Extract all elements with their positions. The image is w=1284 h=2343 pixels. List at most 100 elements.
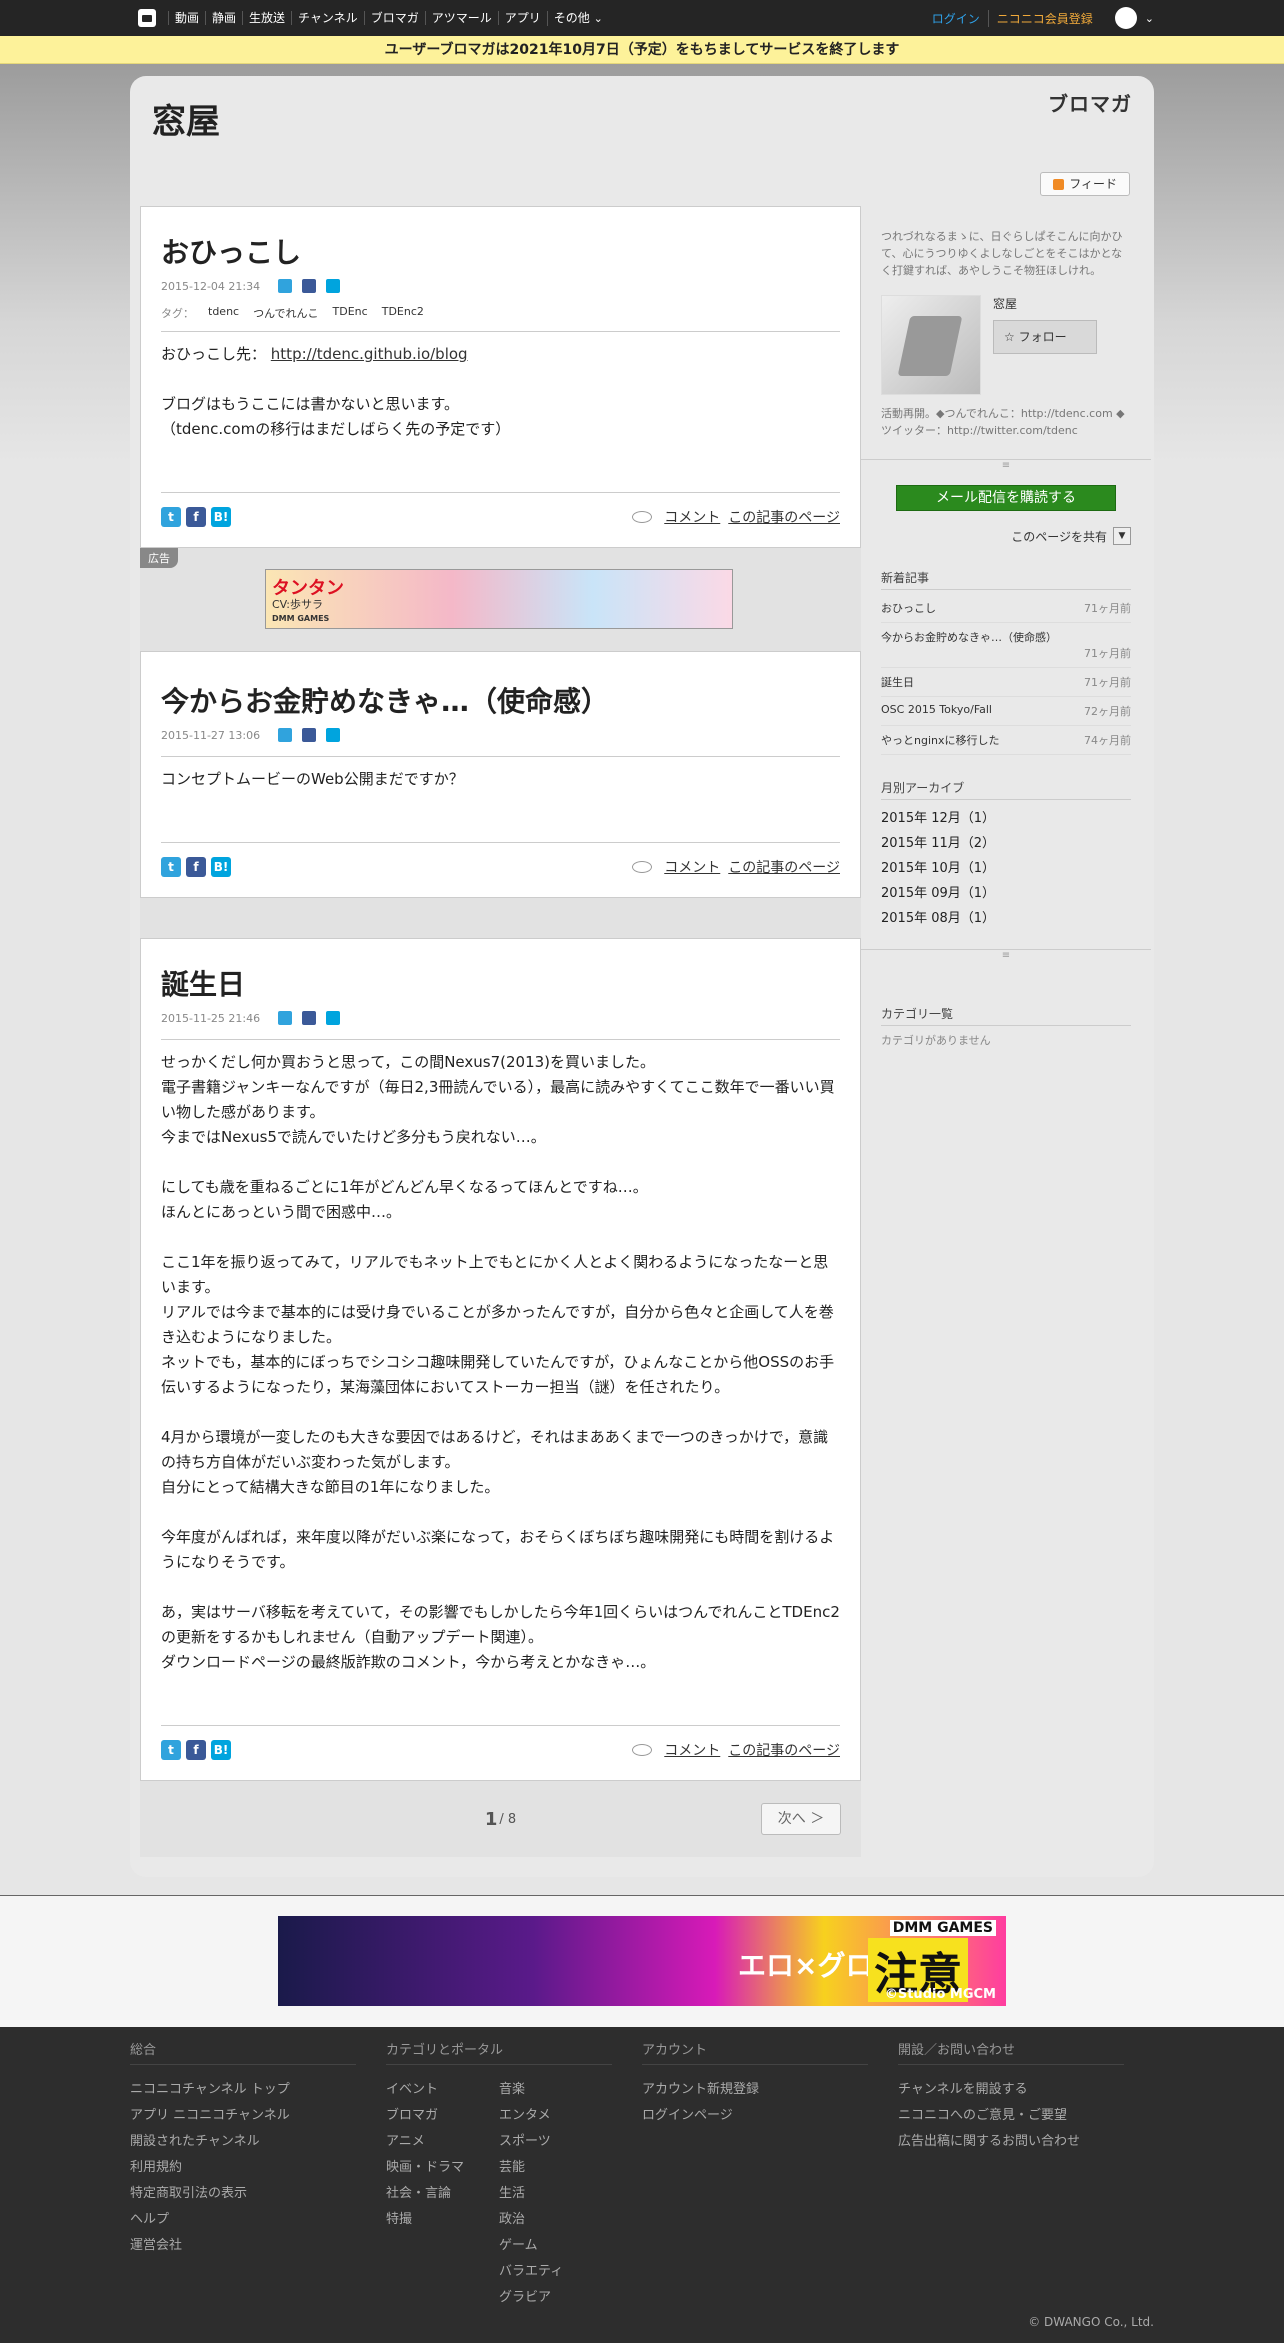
hatena-bookmark-icon[interactable]: B! <box>211 507 231 527</box>
chevron-down-icon[interactable]: ⌄ <box>1145 12 1154 25</box>
footer-link[interactable]: 利用規約 <box>130 2155 356 2181</box>
article-title[interactable]: 誕生日 <box>161 963 840 1003</box>
feed-button[interactable]: フィード <box>1040 172 1130 196</box>
facebook-icon[interactable]: f <box>186 857 206 877</box>
nav-item-seiga[interactable]: 静画 <box>205 11 242 25</box>
nav-item-app[interactable]: アプリ <box>497 11 547 25</box>
archive-item[interactable]: 2015年 08月（1） <box>881 904 1131 929</box>
recent-item[interactable]: 今からお金貯めなきゃ…（使命感） 71ヶ月前 <box>881 623 1131 668</box>
footer-link[interactable]: 映画・ドラマ <box>386 2155 499 2181</box>
footer-link[interactable]: 音楽 <box>499 2077 612 2103</box>
comment-link[interactable]: コメント <box>664 507 720 527</box>
footer-link[interactable]: 政治 <box>499 2207 612 2233</box>
facebook-icon[interactable] <box>302 279 317 293</box>
footer-link[interactable]: ニコニコへのご意見・ご要望 <box>898 2103 1124 2129</box>
profile-name[interactable]: 窓屋 <box>993 295 1097 312</box>
footer-link[interactable]: アニメ <box>386 2129 499 2155</box>
twitter-icon[interactable] <box>278 728 293 742</box>
footer-link[interactable]: バラエティ <box>499 2259 612 2285</box>
mail-subscribe-button[interactable]: メール配信を購読する <box>896 485 1116 511</box>
footer-link[interactable]: アプリ ニコニコチャンネル <box>130 2103 356 2129</box>
footer-link[interactable]: 特撮 <box>386 2207 499 2233</box>
comment-link[interactable]: コメント <box>664 1740 720 1760</box>
tag-link[interactable]: TDEnc <box>333 305 368 321</box>
facebook-icon[interactable]: f <box>186 1740 206 1760</box>
blog-link[interactable]: http://tdenc.github.io/blog <box>271 345 468 363</box>
facebook-icon[interactable]: f <box>186 507 206 527</box>
tag-link[interactable]: つんでれんこ <box>253 305 318 321</box>
hatena-bookmark-icon[interactable] <box>326 728 341 742</box>
footer-link[interactable]: 開設されたチャンネル <box>130 2129 356 2155</box>
nav-item-other[interactable]: その他 ⌄ <box>546 10 609 26</box>
footer-link[interactable]: 生活 <box>499 2181 612 2207</box>
facebook-icon[interactable] <box>302 1011 317 1025</box>
footer-link[interactable]: イベント <box>386 2077 499 2103</box>
sidebar-profile: つれづれなるまゝに、日ぐらしぱそこんに向かひて、心にうつりゆくよしなしごとをそこ… <box>861 206 1151 459</box>
nav-item-bromaga[interactable]: ブロマガ <box>363 11 425 25</box>
article-tags: タグ： tdenc つんでれんこ TDEnc TDEnc2 <box>161 305 840 321</box>
user-avatar-icon[interactable] <box>1114 7 1137 29</box>
nav-item-channel[interactable]: チャンネル <box>291 11 364 25</box>
footer-link[interactable]: ゲーム <box>499 2233 612 2259</box>
login-link[interactable]: ログイン <box>932 10 980 27</box>
recent-item[interactable]: 誕生日 71ヶ月前 <box>881 668 1131 697</box>
archive-item[interactable]: 2015年 09月（1） <box>881 879 1131 904</box>
tag-link[interactable]: TDEnc2 <box>382 305 424 321</box>
twitter-icon[interactable]: t <box>161 507 181 527</box>
bottom-ad-banner[interactable]: エロ×グロ 注意 DMM GAMES ©Studio MGCM <box>278 1916 1006 2006</box>
footer-link[interactable]: ヘルプ <box>130 2207 356 2233</box>
article-title[interactable]: おひっこし <box>161 231 840 271</box>
register-link[interactable]: ニコニコ会員登録 <box>987 9 1093 27</box>
recent-item[interactable]: やっとnginxに移行した 74ヶ月前 <box>881 726 1131 755</box>
archive-item[interactable]: 2015年 12月（1） <box>881 804 1131 829</box>
twitter-icon[interactable] <box>278 1011 293 1025</box>
collapse-handle-icon[interactable]: ≡ <box>861 459 1151 471</box>
bromaga-logo[interactable]: ブロマガ <box>1048 88 1132 117</box>
footer-link[interactable]: エンタメ <box>499 2103 612 2129</box>
facebook-icon[interactable] <box>302 728 317 742</box>
share-dropdown-icon[interactable]: ▼ <box>1113 527 1131 545</box>
footer-link[interactable]: 広告出稿に関するお問い合わせ <box>898 2129 1124 2155</box>
blog-title[interactable]: 窓屋 <box>152 94 220 143</box>
follow-button[interactable]: ☆ フォロー <box>993 320 1097 354</box>
article-page-link[interactable]: この記事のページ <box>728 857 840 877</box>
article-page-link[interactable]: この記事のページ <box>728 1740 840 1760</box>
hatena-bookmark-icon[interactable]: B! <box>211 1740 231 1760</box>
next-page-button[interactable]: 次へ ＞ <box>761 1803 841 1835</box>
footer-link[interactable]: ログインページ <box>642 2103 868 2129</box>
footer-link[interactable]: ニコニコチャンネル トップ <box>130 2077 356 2103</box>
niconico-logo-icon[interactable] <box>138 9 156 27</box>
article-page-link[interactable]: この記事のページ <box>728 507 840 527</box>
tag-link[interactable]: tdenc <box>208 305 239 321</box>
footer-link[interactable]: 特定商取引法の表示 <box>130 2181 356 2207</box>
archive-item[interactable]: 2015年 10月（1） <box>881 854 1131 879</box>
collapse-handle-icon[interactable]: ≡ <box>861 949 1151 961</box>
comment-icon <box>632 511 653 523</box>
footer-link[interactable]: ブロマガ <box>386 2103 499 2129</box>
nav-item-atsumaru[interactable]: アツマール <box>424 11 498 25</box>
comment-link[interactable]: コメント <box>664 857 720 877</box>
recent-item[interactable]: おひっこし 71ヶ月前 <box>881 594 1131 623</box>
nav-item-douga[interactable]: 動画 <box>168 11 205 25</box>
ad-banner[interactable]: タンタン CV:歩サラ DMM GAMES <box>265 569 733 629</box>
footer-link[interactable]: 芸能 <box>499 2155 612 2181</box>
footer-col-title: カテゴリとポータル <box>386 2039 612 2065</box>
recent-item[interactable]: OSC 2015 Tokyo/Fall 72ヶ月前 <box>881 697 1131 726</box>
footer-link[interactable]: 社会・言論 <box>386 2181 499 2207</box>
hatena-bookmark-icon[interactable]: B! <box>211 857 231 877</box>
twitter-icon[interactable] <box>278 279 293 293</box>
footer-link[interactable]: 運営会社 <box>130 2233 356 2259</box>
twitter-icon[interactable]: t <box>161 857 181 877</box>
article-title[interactable]: 今からお金貯めなきゃ…（使命感） <box>161 680 840 720</box>
article-paragraph <box>161 1575 840 1600</box>
footer-link[interactable]: チャンネルを開設する <box>898 2077 1124 2103</box>
footer-link[interactable]: グラビア <box>499 2285 612 2311</box>
hatena-bookmark-icon[interactable] <box>326 279 341 293</box>
footer-link[interactable]: アカウント新規登録 <box>642 2077 868 2103</box>
nav-item-live[interactable]: 生放送 <box>242 11 291 25</box>
archive-item[interactable]: 2015年 11月（2） <box>881 829 1131 854</box>
profile-image[interactable] <box>881 295 981 395</box>
footer-link[interactable]: スポーツ <box>499 2129 612 2155</box>
hatena-bookmark-icon[interactable] <box>326 1011 341 1025</box>
twitter-icon[interactable]: t <box>161 1740 181 1760</box>
